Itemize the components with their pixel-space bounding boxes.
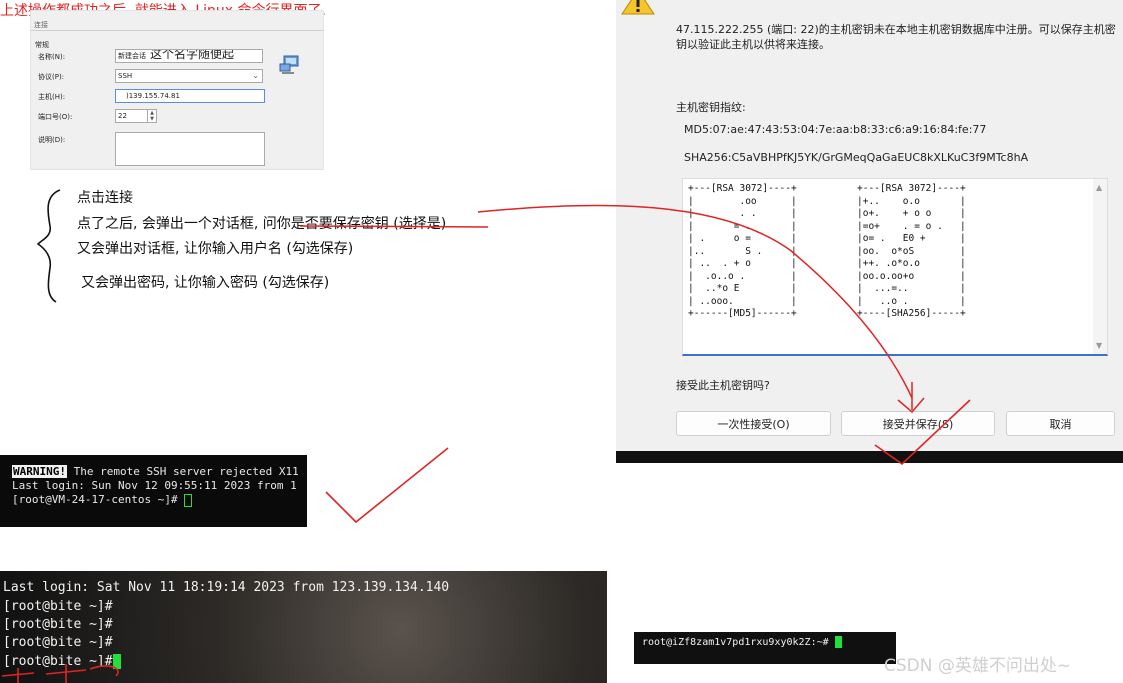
group-label: 常规 <box>35 41 49 49</box>
note-line: 点了之后, 会弹出一个对话框, 问你是否要保存密钥 (选择是) <box>77 216 447 232</box>
warning-badge: WARNING! <box>12 465 67 478</box>
terminal-window[interactable]: WARNING! The remote SSH server rejected … <box>0 455 307 527</box>
warning-text: The remote SSH server rejected X11 <box>66 465 299 478</box>
accept-once-button[interactable]: 一次性接受(O) <box>676 411 831 436</box>
randomart-md5: +---[RSA 3072]----+ | .oo | | . . | | = … <box>688 183 797 319</box>
randomart-textbox[interactable]: +---[RSA 3072]----+ | .oo | | . . | | = … <box>682 178 1108 356</box>
accept-question: 接受此主机密钥吗? <box>676 379 770 392</box>
terminal-prompt: [root@bite ~]# <box>3 654 113 669</box>
session-name-note: 这个名字随便起 <box>150 49 235 61</box>
protocol-label: 协议(P): <box>38 73 65 81</box>
accept-and-save-button[interactable]: 接受并保存(S) <box>841 411 995 436</box>
session-config-panel: 连接 常规 名称(N): 新建会话 这个名字随便起 协议(P): SSH ⌄ 主… <box>30 10 324 170</box>
terminal-prompt: [root@bite ~]# <box>3 617 113 632</box>
check-mark <box>325 447 449 524</box>
terminal-prompt: [root@VM-24-17-centos ~]# <box>12 493 185 506</box>
terminal-window[interactable]: root@iZf8zam1v7pd1rxu9xy0k2Z:~# <box>634 632 896 664</box>
terminal-prompt: [root@bite ~]# <box>3 635 113 650</box>
description-label: 说明(D): <box>38 136 66 144</box>
watermark: CSDN @英雄不问出处~ <box>884 656 1072 676</box>
terminal-prompt-line: [root@VM-24-17-centos ~]# <box>12 493 193 507</box>
dialog-message: 47.115.222.255 (端口: 22)的主机密钥未在本地主机密钥数据库中… <box>676 23 1116 51</box>
port-value: 22 <box>118 112 127 120</box>
fingerprint-label: 主机密钥指纹: <box>676 101 746 114</box>
warning-icon <box>621 0 655 15</box>
host-label: 主机(H): <box>38 93 66 101</box>
terminal-prompt-line: root@iZf8zam1v7pd1rxu9xy0k2Z:~# <box>642 636 842 648</box>
terminal-cursor <box>184 493 193 507</box>
note-line: 点击连接 <box>77 190 133 206</box>
session-name-value: 新建会话 <box>118 52 146 60</box>
terminal-window[interactable]: Last login: Sat Nov 11 18:19:14 2023 fro… <box>0 571 607 683</box>
divider <box>31 30 323 31</box>
terminal-cursor <box>834 636 842 648</box>
terminal-prompt: [root@bite ~]# <box>3 599 113 614</box>
terminal-cursor <box>112 654 121 669</box>
terminal-prompt: root@iZf8zam1v7pd1rxu9xy0k2Z:~# <box>642 637 835 648</box>
note-line: 又会弹出对话框, 让你输入用户名 (勾选保存) <box>77 241 354 257</box>
protocol-select[interactable]: SSH ⌄ <box>115 69 263 83</box>
chevron-down-icon: ⌄ <box>252 71 259 80</box>
note-line: 又会弹出密码, 让你输入密码 (勾选保存) <box>81 275 330 291</box>
sha256-fingerprint: SHA256:C5aVBHPfKJ5YK/GrGMeqQaGaEUC8kXLKu… <box>684 151 1029 164</box>
name-label: 名称(N): <box>38 53 66 61</box>
terminal-last-login: Last login: Sat Nov 11 18:19:14 2023 fro… <box>3 580 450 595</box>
brace-mark <box>36 189 61 303</box>
terminal-warning-line: WARNING! The remote SSH server rejected … <box>12 465 299 478</box>
section-label: 连接 <box>34 21 48 29</box>
session-name-input[interactable]: 新建会话 这个名字随便起 <box>115 49 263 63</box>
terminal-last-login: Last login: Sun Nov 12 09:55:11 2023 fro… <box>12 479 297 492</box>
terminal-prompt-line: [root@bite ~]# <box>3 654 121 669</box>
scroll-up-icon[interactable]: ▲ <box>1096 183 1102 192</box>
md5-fingerprint: MD5:07:ae:47:43:53:04:7e:aa:b8:33:c6:a9:… <box>684 123 987 136</box>
randomart-sha256: +---[RSA 3072]----+ |+.. o.o | |o+. + o … <box>857 183 966 319</box>
host-input[interactable]: )139.155.74.81 <box>115 89 265 103</box>
network-computer-icon <box>279 55 299 74</box>
port-label: 端口号(O): <box>38 113 73 121</box>
description-textarea[interactable] <box>115 132 265 166</box>
protocol-value: SSH <box>118 72 133 80</box>
host-key-dialog: 47.115.222.255 (端口: 22)的主机密钥未在本地主机密钥数据库中… <box>616 0 1123 463</box>
spinner-arrows-icon[interactable]: ▲ ▼ <box>147 110 156 122</box>
port-stepper[interactable]: 22 ▲ ▼ <box>115 109 157 123</box>
scroll-down-icon[interactable]: ▼ <box>1096 341 1102 350</box>
cancel-button[interactable]: 取消 <box>1006 411 1115 436</box>
host-value: )139.155.74.81 <box>126 92 180 100</box>
scrollbar[interactable]: ▲ ▼ <box>1093 179 1107 354</box>
